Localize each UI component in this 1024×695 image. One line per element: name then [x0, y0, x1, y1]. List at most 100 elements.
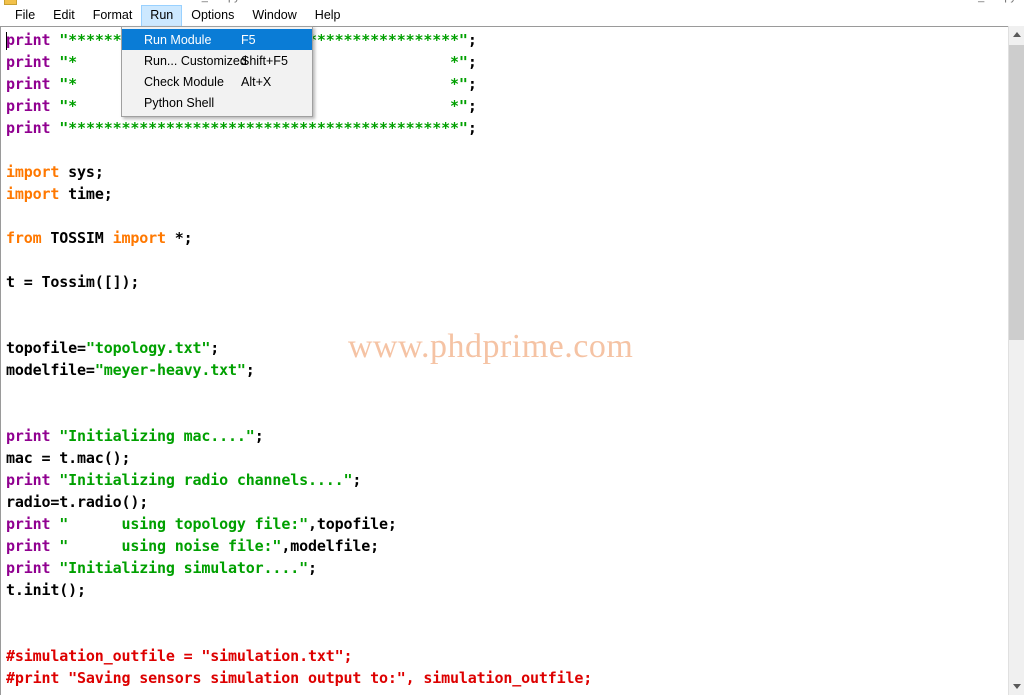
code-token: ; — [210, 339, 220, 357]
run-menu-item-check-module[interactable]: Check Module Alt+X — [122, 71, 312, 92]
run-menu-item-label: Check Module — [144, 74, 224, 89]
code-token: import — [6, 185, 69, 203]
code-token: TOSSIM — [50, 229, 113, 247]
code-token: " using noise file:" — [59, 537, 282, 555]
run-menu-item-label: Run... Customized — [144, 53, 247, 68]
code-token: t = Tossim([]); — [6, 273, 140, 291]
menu-item-help[interactable]: Help — [306, 5, 350, 26]
code-line: #simulation_outfile = "simulation.txt"; — [6, 645, 592, 667]
code-token: "Initializing mac...." — [59, 427, 255, 445]
menu-item-file[interactable]: File — [6, 5, 44, 26]
scroll-up-button[interactable] — [1009, 26, 1024, 43]
code-token: topofile= — [6, 339, 86, 357]
code-token: ; — [467, 31, 477, 49]
code-token: #print "Saving sensors simulation output… — [6, 669, 593, 687]
run-menu-item-label: Run Module — [144, 32, 212, 47]
vertical-scrollbar[interactable] — [1008, 26, 1024, 695]
scroll-down-arrow-icon — [1013, 684, 1021, 689]
run-menu-item-shortcut: Shift+F5 — [241, 53, 288, 68]
code-line: mac = t.mac(); — [6, 447, 592, 469]
code-line: topofile="topology.txt"; — [6, 337, 592, 359]
code-token: print — [6, 537, 60, 555]
menu-item-window[interactable]: Window — [243, 5, 305, 26]
code-token: #simulation_outfile = "simulation.txt"; — [6, 647, 353, 665]
menu-item-edit[interactable]: Edit — [44, 5, 84, 26]
code-line: radio=t.radio(); — [6, 491, 592, 513]
code-token: import — [6, 163, 69, 181]
window-title-secondary: tossim_sim.py — [946, 0, 1016, 3]
code-token: mac = t.mac(); — [6, 449, 131, 467]
code-token: print — [6, 515, 60, 533]
scrollbar-thumb[interactable] — [1009, 45, 1024, 340]
code-token: print — [6, 97, 60, 115]
code-token: "meyer-heavy.txt" — [94, 361, 246, 379]
code-token: print — [6, 31, 60, 49]
code-token: ; — [254, 427, 264, 445]
code-token: print — [6, 75, 60, 93]
scroll-down-button[interactable] — [1009, 678, 1024, 695]
code-line: import sys; — [6, 161, 592, 183]
menu-item-format[interactable]: Format — [84, 5, 142, 26]
run-menu-item-shortcut: F5 — [241, 32, 256, 47]
code-line: print "*********************************… — [6, 117, 592, 139]
code-line: print "Initializing simulator...."; — [6, 557, 592, 579]
code-line: #print "Saving sensors simulation output… — [6, 667, 592, 689]
code-token: print — [6, 53, 60, 71]
code-editor-area[interactable]: print "*********************************… — [0, 26, 1008, 695]
code-token: modelfile= — [6, 361, 95, 379]
code-line: print " using topology file:",topofile; — [6, 513, 592, 535]
run-menu-item-python-shell[interactable]: Python Shell — [122, 92, 312, 113]
code-token: t.init(); — [6, 581, 86, 599]
menu-item-run[interactable]: Run — [141, 5, 183, 26]
code-token: *; — [174, 229, 193, 247]
run-menu-item-label: Python Shell — [144, 95, 215, 110]
scroll-up-arrow-icon — [1013, 32, 1021, 37]
code-token: "topology.txt" — [85, 339, 211, 357]
code-token: ; — [467, 119, 477, 137]
code-token: print — [6, 559, 60, 577]
idle-editor-window: tossim_sim.py tossim_sim.py FileEditForm… — [0, 0, 1024, 695]
code-line: t.init(); — [6, 579, 592, 601]
run-dropdown-menu: Run Module F5 Run... Customized Shift+F5 Che… — [121, 26, 313, 117]
code-line: print "Initializing mac...."; — [6, 425, 592, 447]
code-line: import time; — [6, 183, 592, 205]
code-token: ; — [467, 53, 477, 71]
code-token: ; — [352, 471, 362, 489]
code-token: time; — [68, 185, 113, 203]
code-token: print — [6, 471, 60, 489]
menu-bar: File Edit Format Run Options Window Help — [0, 5, 1024, 26]
code-token: "Initializing simulator...." — [59, 559, 308, 577]
code-line: print " using noise file:",modelfile; — [6, 535, 592, 557]
code-token: ; — [467, 97, 477, 115]
code-line: t = Tossim([]); — [6, 271, 592, 293]
code-line: modelfile="meyer-heavy.txt"; — [6, 359, 592, 381]
source-code[interactable]: print "*********************************… — [1, 27, 592, 689]
code-token: " using topology file:" — [59, 515, 308, 533]
code-token: radio=t.radio(); — [6, 493, 149, 511]
run-menu-item-shortcut: Alt+X — [241, 74, 272, 89]
run-menu-item-run-module[interactable]: Run Module F5 — [122, 29, 312, 50]
code-token: "***************************************… — [59, 119, 468, 137]
code-token: print — [6, 119, 60, 137]
code-token: print — [6, 427, 60, 445]
code-token: ,modelfile; — [281, 537, 380, 555]
code-token: ,topofile; — [307, 515, 397, 533]
menu-item-options[interactable]: Options — [182, 5, 243, 26]
run-menu-item-run-customized[interactable]: Run... Customized Shift+F5 — [122, 50, 312, 71]
code-token: "Initializing radio channels...." — [59, 471, 353, 489]
code-token: from — [6, 229, 51, 247]
code-token: ; — [307, 559, 317, 577]
code-line: print "Initializing radio channels...."; — [6, 469, 592, 491]
code-token: ; — [467, 75, 477, 93]
code-token: sys; — [68, 163, 104, 181]
code-line: from TOSSIM import *; — [6, 227, 592, 249]
